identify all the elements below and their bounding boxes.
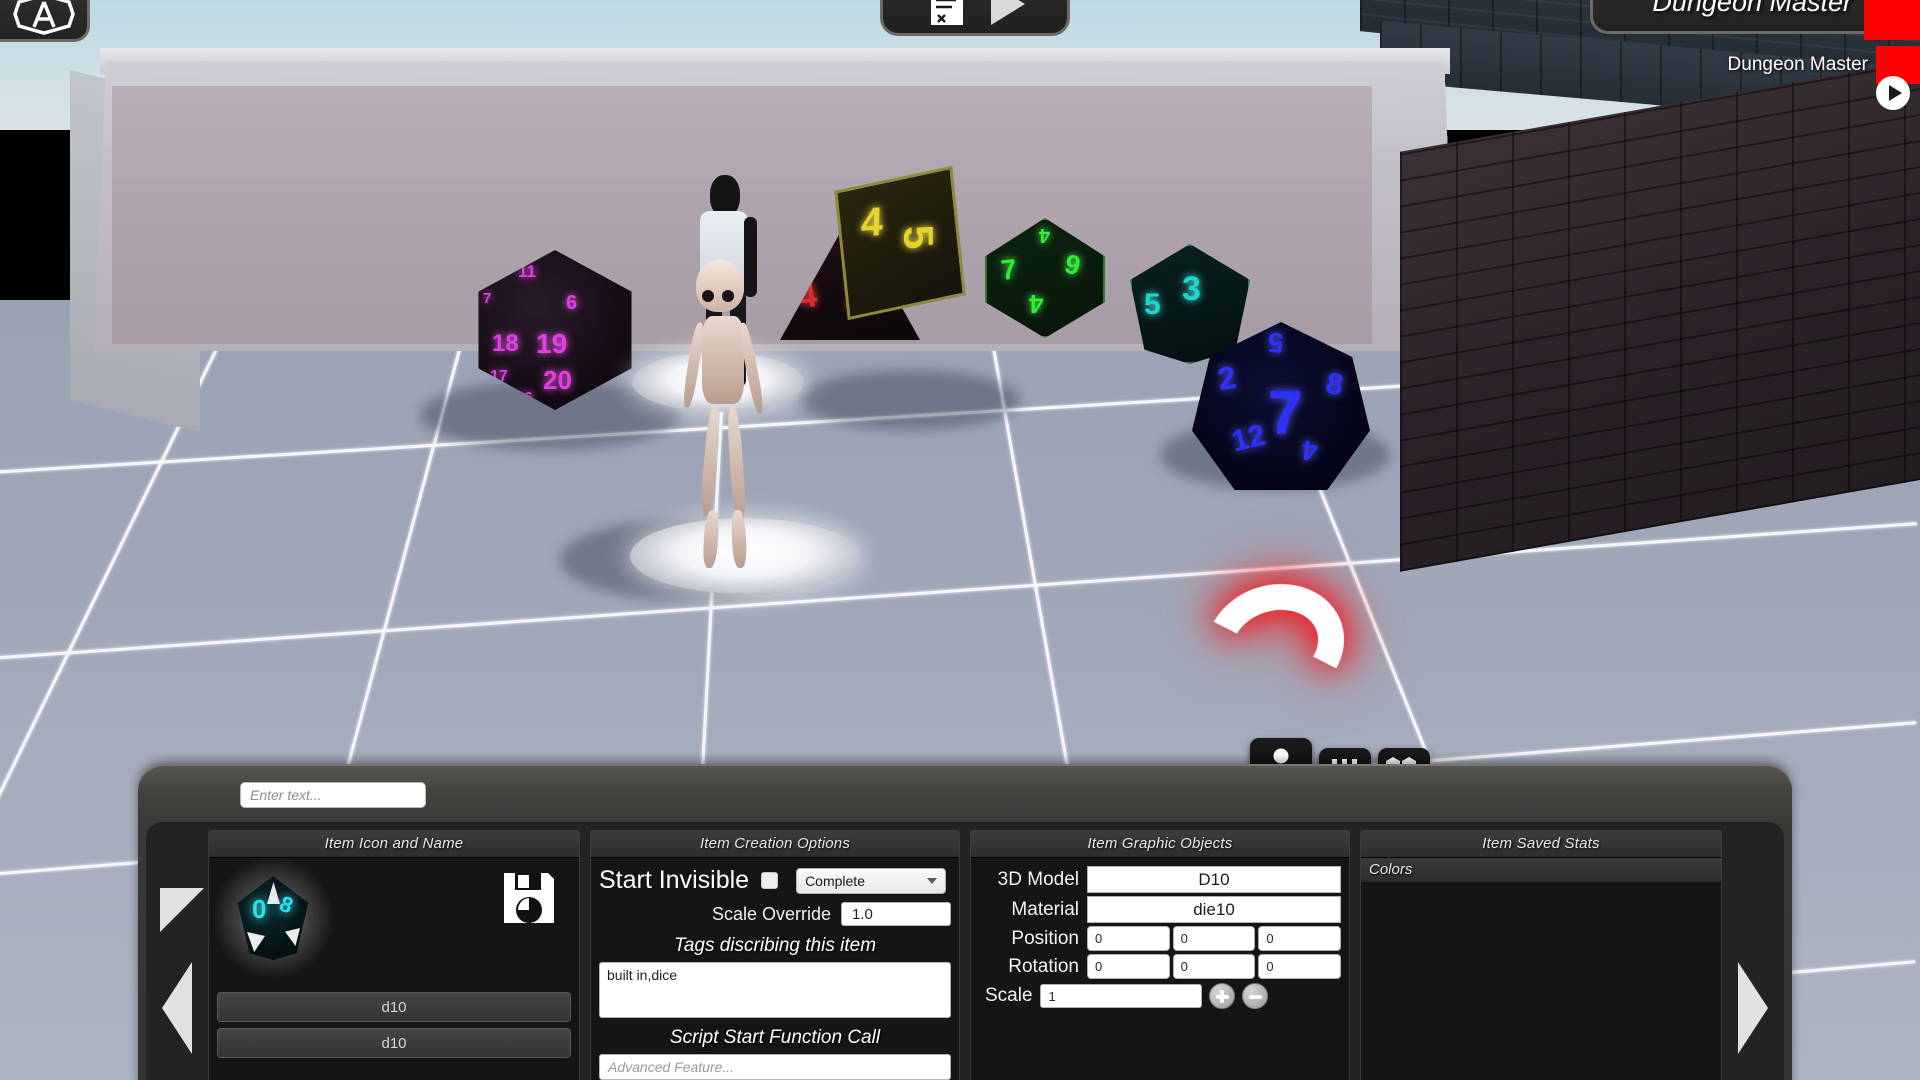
scale-override-input[interactable]: 1.0 bbox=[841, 902, 951, 926]
play-triangle-icon[interactable] bbox=[991, 0, 1025, 25]
d10-die-thumbnail[interactable]: 0 8 bbox=[211, 856, 335, 980]
start-invisible-row: Start Invisible Complete bbox=[599, 866, 951, 895]
start-invisible-checkbox[interactable] bbox=[761, 872, 779, 889]
script-section-title: Script Start Function Call bbox=[669, 1027, 881, 1048]
floppy-disk-save-icon[interactable] bbox=[501, 870, 557, 926]
previous-item-button[interactable] bbox=[150, 884, 204, 1080]
skeleton-leg bbox=[699, 405, 722, 517]
item-display-name[interactable]: d10 bbox=[217, 992, 571, 1022]
column-header: Item Icon and Name bbox=[209, 831, 579, 858]
item-saved-stats-column: Item Saved Stats Colors bbox=[1360, 830, 1722, 1080]
position-z-input[interactable]: 0 bbox=[1258, 926, 1342, 951]
tags-input[interactable]: built in,dice bbox=[599, 962, 951, 1018]
item-internal-name[interactable]: d10 bbox=[217, 1028, 571, 1058]
scale-override-row: Scale Override 1.0 bbox=[599, 902, 951, 926]
skeleton-leg bbox=[725, 405, 748, 523]
skeleton-leg bbox=[701, 509, 721, 569]
column-header: Item Creation Options bbox=[591, 831, 959, 858]
scale-label: Scale bbox=[985, 985, 1033, 1006]
item-creation-options-column: Item Creation Options Start Invisible Co… bbox=[590, 830, 960, 1080]
skeleton-leg bbox=[730, 509, 748, 569]
rotation-inputs: 0 0 0 bbox=[1087, 954, 1342, 979]
scroll-parchment-icon[interactable] bbox=[925, 0, 969, 28]
item-editor-body: Item Icon and Name 0 8 d10 d10 Item Crea… bbox=[146, 822, 1784, 1080]
tags-section-title: Tags discribing this item bbox=[673, 935, 877, 956]
item-editor-panel: Enter text... Item Icon and Name 0 8 d10… bbox=[138, 764, 1792, 1080]
shadow bbox=[800, 370, 1020, 430]
material-label: Material bbox=[1011, 898, 1079, 920]
chevron-right-icon bbox=[1738, 962, 1768, 1054]
colors-subheader: Colors bbox=[1361, 858, 1721, 883]
d6-die[interactable]: 4 5 bbox=[834, 165, 966, 321]
app-root: 11 7 6 18 19 20 17 16 4 2 4 5 4 7 9 4 5 bbox=[0, 0, 1920, 1080]
dungeon-master-user-row: Dungeon Master bbox=[1590, 44, 1920, 86]
plus-circle-icon[interactable] bbox=[1208, 983, 1235, 1009]
thumbnail-face-number: 0 bbox=[252, 894, 267, 924]
column-header: Item Graphic Objects bbox=[971, 831, 1349, 858]
position-x-input[interactable]: 0 bbox=[1087, 926, 1170, 951]
editor-columns: Item Icon and Name 0 8 d10 d10 Item Crea… bbox=[208, 830, 1722, 1080]
next-item-button[interactable] bbox=[1726, 884, 1780, 1080]
play-triangle-glyph bbox=[1888, 85, 1902, 101]
material-row: Material die10 bbox=[979, 896, 1341, 923]
chevron-left-icon bbox=[162, 962, 192, 1054]
scale-input[interactable]: 1 bbox=[1039, 984, 1202, 1008]
graphic-object-fields: 3D Model D10 Material die10 Position 0 0… bbox=[979, 866, 1342, 1009]
scale-override-label: Scale Override bbox=[711, 903, 831, 924]
model-label: 3D Model bbox=[997, 868, 1079, 890]
icon-area: 0 8 bbox=[211, 856, 571, 986]
rotation-x-input[interactable]: 0 bbox=[1087, 954, 1170, 979]
skeleton-eye bbox=[702, 290, 714, 302]
rotation-label: Rotation bbox=[1008, 955, 1079, 977]
position-inputs: 0 0 0 bbox=[1087, 926, 1342, 951]
rotation-z-input[interactable]: 0 bbox=[1258, 954, 1342, 979]
apex-a-logo-icon bbox=[12, 0, 75, 35]
minus-circle-icon[interactable] bbox=[1241, 983, 1268, 1009]
skeleton-ribcage bbox=[702, 316, 744, 404]
material-value[interactable]: die10 bbox=[1087, 896, 1341, 923]
item-icon-and-name-column: Item Icon and Name 0 8 d10 d10 bbox=[208, 830, 580, 1080]
script-start-function-input[interactable]: Advanced Feature... bbox=[599, 1054, 951, 1080]
skeleton-token[interactable] bbox=[680, 260, 770, 570]
item-graphic-objects-column: Item Graphic Objects 3D Model D10 Materi… bbox=[970, 830, 1350, 1080]
role-color-swatch[interactable] bbox=[1864, 0, 1920, 40]
skeleton-eye bbox=[722, 290, 734, 302]
column-body: 0 8 d10 d10 bbox=[209, 856, 579, 1080]
position-label: Position bbox=[1011, 927, 1079, 949]
column-body: Start Invisible Complete Scale Override … bbox=[591, 858, 959, 1080]
corner-triangle-icon bbox=[160, 888, 204, 932]
rotation-row: Rotation 0 0 0 bbox=[979, 954, 1342, 979]
search-input[interactable]: Enter text... bbox=[240, 782, 426, 808]
position-row: Position 0 0 0 bbox=[979, 926, 1342, 951]
column-body: 3D Model D10 Material die10 Position 0 0… bbox=[971, 858, 1349, 1080]
user-label: Dungeon Master bbox=[1727, 54, 1868, 75]
rotation-y-input[interactable]: 0 bbox=[1172, 954, 1256, 979]
play-circle-icon[interactable] bbox=[1876, 76, 1910, 110]
column-header: Item Saved Stats bbox=[1361, 831, 1721, 858]
model-value[interactable]: D10 bbox=[1087, 866, 1341, 893]
chevron-down-icon bbox=[927, 877, 938, 884]
position-y-input[interactable]: 0 bbox=[1172, 926, 1256, 951]
app-logo-button[interactable] bbox=[0, 0, 90, 42]
scale-row: Scale 1 bbox=[979, 983, 1341, 1009]
colors-list[interactable] bbox=[1361, 883, 1721, 1080]
completion-dropdown[interactable]: Complete bbox=[796, 867, 947, 894]
model-row: 3D Model D10 bbox=[979, 866, 1341, 893]
top-center-toolbar[interactable] bbox=[880, 0, 1070, 36]
page-title: Dungeon Master bbox=[1652, 0, 1852, 17]
start-invisible-label: Start Invisible bbox=[599, 866, 750, 894]
completion-dropdown-value: Complete bbox=[805, 872, 865, 889]
skeleton-skull bbox=[696, 260, 744, 312]
